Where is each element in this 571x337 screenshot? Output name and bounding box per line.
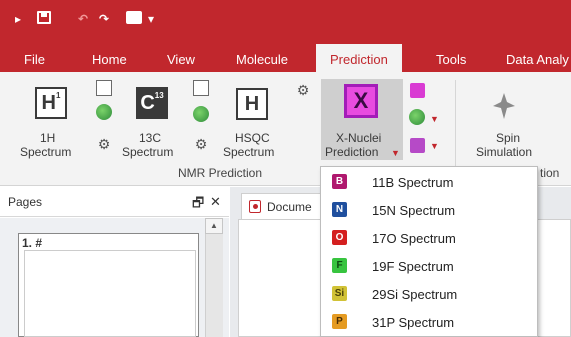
document-tab-label: Docume [267, 200, 312, 214]
pages-scrollbar[interactable] [205, 218, 223, 337]
menu-item-label: 31P Spectrum [372, 315, 455, 330]
menu-item-label: 19F Spectrum [372, 259, 454, 274]
1h-settings-icon[interactable]: ⚙ [96, 136, 112, 152]
save-icon[interactable] [37, 11, 51, 24]
close-icon[interactable]: ✕ [210, 194, 221, 210]
13c-label: 13C [139, 131, 162, 145]
pages-pane-header: Pages 🗗 ✕ [0, 187, 229, 217]
menu-item-label: 15N Spectrum [372, 203, 456, 218]
1h-label: 1H [40, 131, 56, 145]
redo-icon[interactable]: ↷ [97, 11, 111, 27]
hsqc-label: HSQC [235, 131, 270, 145]
quick-access-toolbar: ▸ ↶ ↷ ▾ [0, 0, 571, 44]
menu-item-label: 17O Spectrum [372, 231, 456, 246]
menu-item-15n[interactable]: N 15N Spectrum [321, 196, 537, 224]
oxygen-icon: O [332, 230, 347, 245]
undo-icon[interactable]: ↶ [76, 11, 90, 27]
tab-file[interactable]: File [24, 52, 45, 67]
document-tab[interactable]: Docume [241, 193, 326, 219]
1h-molecule-icon[interactable] [96, 104, 112, 120]
pin-icon[interactable]: ▸ [13, 11, 23, 27]
x-nuclei-icon[interactable]: X [344, 84, 378, 118]
1h-table-icon[interactable] [96, 80, 112, 96]
scroll-up-arrow-icon[interactable]: ▲ [205, 218, 223, 234]
menu-item-11b[interactable]: B 11B Spectrum [321, 168, 537, 196]
float-pane-icon[interactable]: 🗗 [192, 194, 204, 216]
13c-table-icon[interactable] [193, 80, 209, 96]
page-number: 1. # [22, 236, 43, 250]
tab-molecule[interactable]: Molecule [236, 52, 288, 67]
nitrogen-icon: N [332, 202, 347, 217]
simulation-group-label: tion [540, 166, 560, 180]
print-icon[interactable] [126, 11, 142, 24]
x-nuclei-dropdown-menu: B 11B Spectrum N 15N Spectrum O 17O Spec… [320, 166, 538, 337]
document-icon [249, 200, 261, 213]
13c-spectrum-label: Spectrum [122, 145, 174, 159]
customize-icon[interactable]: ▾ [146, 11, 156, 27]
page-thumbnail-preview[interactable] [24, 250, 196, 337]
chevron-down-icon[interactable]: ▼ [430, 114, 439, 124]
group-separator [455, 80, 456, 180]
boron-icon: B [332, 174, 347, 189]
x-nuclei-prediction-label: Prediction [325, 145, 379, 159]
x-settings-icon[interactable] [410, 138, 425, 153]
menu-item-31p[interactable]: P 31P Spectrum [321, 308, 537, 336]
1h-spectrum-label: Spectrum [20, 145, 72, 159]
tab-tools[interactable]: Tools [436, 52, 466, 67]
hsqc-spectrum-icon[interactable]: H [236, 88, 268, 120]
1h-spectrum-icon[interactable]: H1 [35, 87, 67, 119]
menu-item-17o[interactable]: O 17O Spectrum [321, 224, 537, 252]
menu-item-label: 29Si Spectrum [372, 287, 458, 302]
silicon-icon: Si [332, 286, 347, 301]
menu-item-19f[interactable]: F 19F Spectrum [321, 252, 537, 280]
x-nuclei-label: X-Nuclei [336, 131, 382, 145]
menu-item-label: 11B Spectrum [372, 175, 454, 190]
13c-settings-icon[interactable]: ⚙ [193, 136, 209, 152]
x-molecule-icon[interactable] [409, 109, 425, 125]
tab-view[interactable]: View [167, 52, 195, 67]
spin-label: Spin [496, 131, 521, 145]
13c-spectrum-icon[interactable]: C 13 [136, 87, 168, 119]
simulation-label: Simulation [476, 145, 533, 159]
chevron-down-icon[interactable]: ▼ [430, 141, 439, 151]
fluorine-icon: F [332, 258, 347, 273]
nmr-prediction-group-label: NMR Prediction [178, 166, 263, 180]
phosphorus-icon: P [332, 314, 347, 329]
spin-simulation-icon[interactable] [493, 93, 515, 119]
ribbon-tabs: File Home View Molecule Prediction Tools… [0, 44, 571, 72]
menu-item-29si[interactable]: Si 29Si Spectrum [321, 280, 537, 308]
13c-molecule-icon[interactable] [193, 106, 209, 122]
tab-home[interactable]: Home [92, 52, 127, 67]
x-table-icon[interactable] [410, 83, 425, 98]
tab-data-analysis[interactable]: Data Analy [506, 52, 569, 67]
tab-prediction[interactable]: Prediction [316, 44, 402, 72]
chevron-down-icon[interactable]: ▼ [391, 148, 400, 158]
hsqc-settings-icon[interactable]: ⚙ [295, 82, 311, 98]
hsqc-spectrum-label: Spectrum [223, 145, 275, 159]
pages-title: Pages [8, 195, 43, 209]
